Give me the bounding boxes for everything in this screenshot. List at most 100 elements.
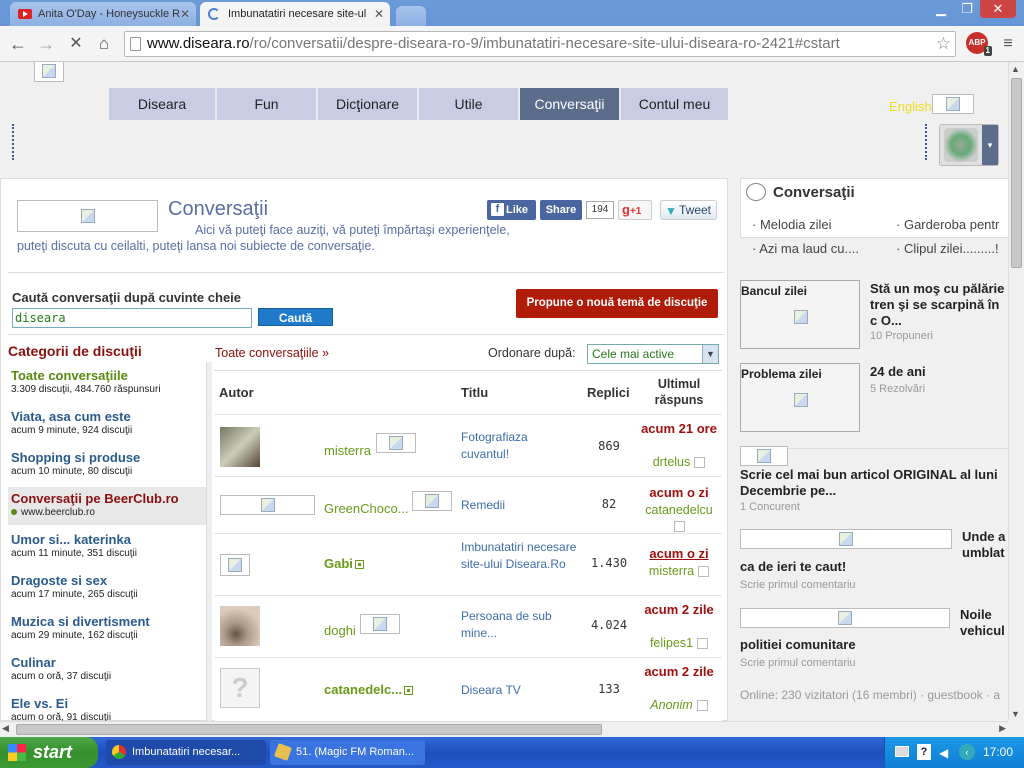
bancul-text[interactable]: Stă un moş cu pălărie tren şi se scarpin… [870,281,1008,329]
back-arrow-icon[interactable]: ← [6,32,30,56]
news-title-continued[interactable]: ca de ieri te caut! [740,559,846,575]
author-link[interactable]: doghi [324,623,356,638]
home-icon[interactable]: ⌂ [92,32,116,56]
sort-select[interactable]: Cele mai active ▼ [587,344,719,364]
nav-fun[interactable]: Fun [217,88,318,120]
forward-arrow-icon[interactable]: → [34,32,58,56]
article-text[interactable]: Scrie cel mai bun articol ORIGINAL al lu… [740,467,1008,499]
taskbar-item-music[interactable]: 51. (Magic FM Roman... [270,740,425,765]
last-reply-time[interactable]: acum o zi [638,485,720,501]
topic-link[interactable]: Fotografiaza cuvantul! [461,429,561,463]
author-link[interactable]: catanedelc... [324,682,402,697]
user-avatar-dropdown[interactable]: ▾ [939,124,999,166]
category-item[interactable]: Conversaţii pe BeerClub.ro www.beerclub.… [8,487,206,525]
topic-link[interactable]: Imbunatatiri necesare site-ului Diseara.… [461,539,581,573]
address-bar[interactable]: www.diseara.ro/ro/conversatii/despre-dis… [124,31,956,57]
author-link[interactable]: misterra [324,443,371,458]
bancul-zilei-box[interactable]: Bancul zilei [740,280,860,349]
category-item[interactable]: Muzica si divertisment acum 29 minute, 1… [8,610,206,648]
table-row[interactable]: Gabi Imbunatatiri necesare site-ului Dis… [214,533,722,595]
nav-contul-meu[interactable]: Contul meu [621,88,728,120]
scroll-left-icon[interactable]: ◀ [2,723,9,734]
table-row[interactable]: misterra Fotografiaza cuvantul! 869 acum… [214,414,722,476]
adblock-plus-icon[interactable]: ABP 1 [966,32,992,56]
tab-anita-oday[interactable]: Anita O'Day - Honeysuckle R ✕ [10,2,196,26]
tweet-button[interactable]: ▼ Tweet [660,200,717,220]
stop-icon[interactable]: ✕ [64,32,88,56]
sidebar-link[interactable]: · Garderoba pentr [896,217,1008,232]
table-row[interactable]: GreenChoco... Remedii 82 acum o zi catan… [214,476,722,533]
tab-imbunatatiri[interactable]: Imbunatatiri necesare site-ul ✕ [200,2,390,26]
checkbox[interactable] [673,521,685,533]
nav-dictionare[interactable]: Dicţionare [318,88,419,120]
propose-topic-button[interactable]: Propune o nouă temă de discuţie [516,289,718,318]
problema-text[interactable]: 24 de ani [870,364,926,380]
facebook-share-button[interactable]: Share [540,200,582,220]
menu-icon[interactable]: ≡ [996,32,1020,56]
news-title-continued[interactable]: politiei comunitare [740,637,856,653]
author-avatar[interactable] [220,606,260,646]
last-reply-time[interactable]: acum 21 ore [638,421,720,437]
search-input[interactable] [12,308,252,328]
category-item[interactable]: Culinar acum o oră, 37 discuţii [8,651,206,689]
checkbox[interactable] [698,566,710,578]
default-avatar-icon[interactable]: ? [220,668,260,708]
nav-diseara[interactable]: Diseara [109,88,217,120]
last-reply-user[interactable]: Anonim [650,698,692,712]
taskbar-item-chrome[interactable]: Imbunatatiri necesar... [106,740,266,765]
checkbox[interactable] [696,700,708,712]
topic-link[interactable]: Persoana de sub mine... [461,608,571,642]
last-reply-user[interactable]: catanedelcu [645,503,712,517]
minimize-icon[interactable]: ▁ [928,0,954,18]
last-reply-time[interactable]: acum 2 zile [638,664,720,680]
sidebar-link[interactable]: · Melodia zilei [752,217,832,232]
table-row[interactable]: doghi Persoana de sub mine... 4.024 acum… [214,595,722,657]
start-button[interactable]: start [0,737,98,768]
new-tab-button[interactable] [396,6,426,26]
author-avatar[interactable] [220,554,250,576]
vertical-scrollbar[interactable]: ▲ ▼ [1008,62,1024,721]
scroll-up-icon[interactable]: ▲ [1011,64,1020,74]
last-reply-user[interactable]: felipes1 [650,636,693,650]
breadcrumb[interactable]: Toate conversaţiile » [215,346,329,360]
news-title[interactable]: Unde a umblat [962,529,1008,561]
problema-zilei-box[interactable]: Problema zilei [740,363,860,432]
tray-expand-icon[interactable]: ‹ [959,744,975,760]
google-plusone-button[interactable]: g+1 [618,200,652,220]
news-title[interactable]: Noile vehicul [960,607,1008,639]
category-item[interactable]: Toate conversaţiile 3.309 discuţii, 484.… [8,364,206,402]
scroll-thumb[interactable] [1011,78,1022,268]
search-button[interactable]: Caută [258,308,333,326]
checkbox[interactable] [694,457,706,469]
speaker-icon[interactable]: ◀ [939,746,948,760]
bookmark-star-icon[interactable]: ☆ [936,32,951,56]
author-avatar[interactable] [220,495,315,515]
category-item[interactable]: Shopping si produse acum 10 minute, 80 d… [8,446,206,484]
facebook-like-button[interactable]: f Like [487,200,536,220]
category-item[interactable]: Viata, asa cum este acum 9 minute, 924 d… [8,405,206,443]
close-tab-icon[interactable]: ✕ [374,7,384,21]
english-link[interactable]: English [889,99,932,114]
scroll-down-icon[interactable]: ▼ [1011,709,1020,719]
last-reply-user[interactable]: misterra [649,564,694,578]
last-reply-time[interactable]: acum o zi [638,546,720,562]
category-item[interactable]: Ele vs. Ei acum o oră, 91 discuţii [8,692,206,721]
keyboard-icon[interactable] [895,746,909,757]
category-meta[interactable]: www.beerclub.ro [21,507,95,518]
scroll-right-icon[interactable]: ▶ [999,723,1006,734]
category-item[interactable]: Umor si... katerinka acum 11 minute, 351… [8,528,206,566]
author-link[interactable]: GreenChoco... [324,501,409,516]
last-reply-user[interactable]: drtelus [653,455,691,469]
help-icon[interactable]: ? [917,744,931,760]
author-link[interactable]: Gabi [324,556,353,571]
checkbox[interactable] [697,638,709,650]
topic-link[interactable]: Diseara TV [461,682,561,699]
scroll-thumb[interactable] [16,724,602,735]
nav-utile[interactable]: Utile [419,88,520,120]
close-tab-icon[interactable]: ✕ [180,7,190,21]
topic-link[interactable]: Remedii [461,497,561,514]
close-window-icon[interactable]: ✕ [980,0,1016,18]
table-row[interactable]: ? catanedelc... Diseara TV 133 acum 2 zi… [214,657,722,721]
last-reply-time[interactable]: acum 2 zile [638,602,720,618]
author-avatar[interactable] [220,427,260,467]
